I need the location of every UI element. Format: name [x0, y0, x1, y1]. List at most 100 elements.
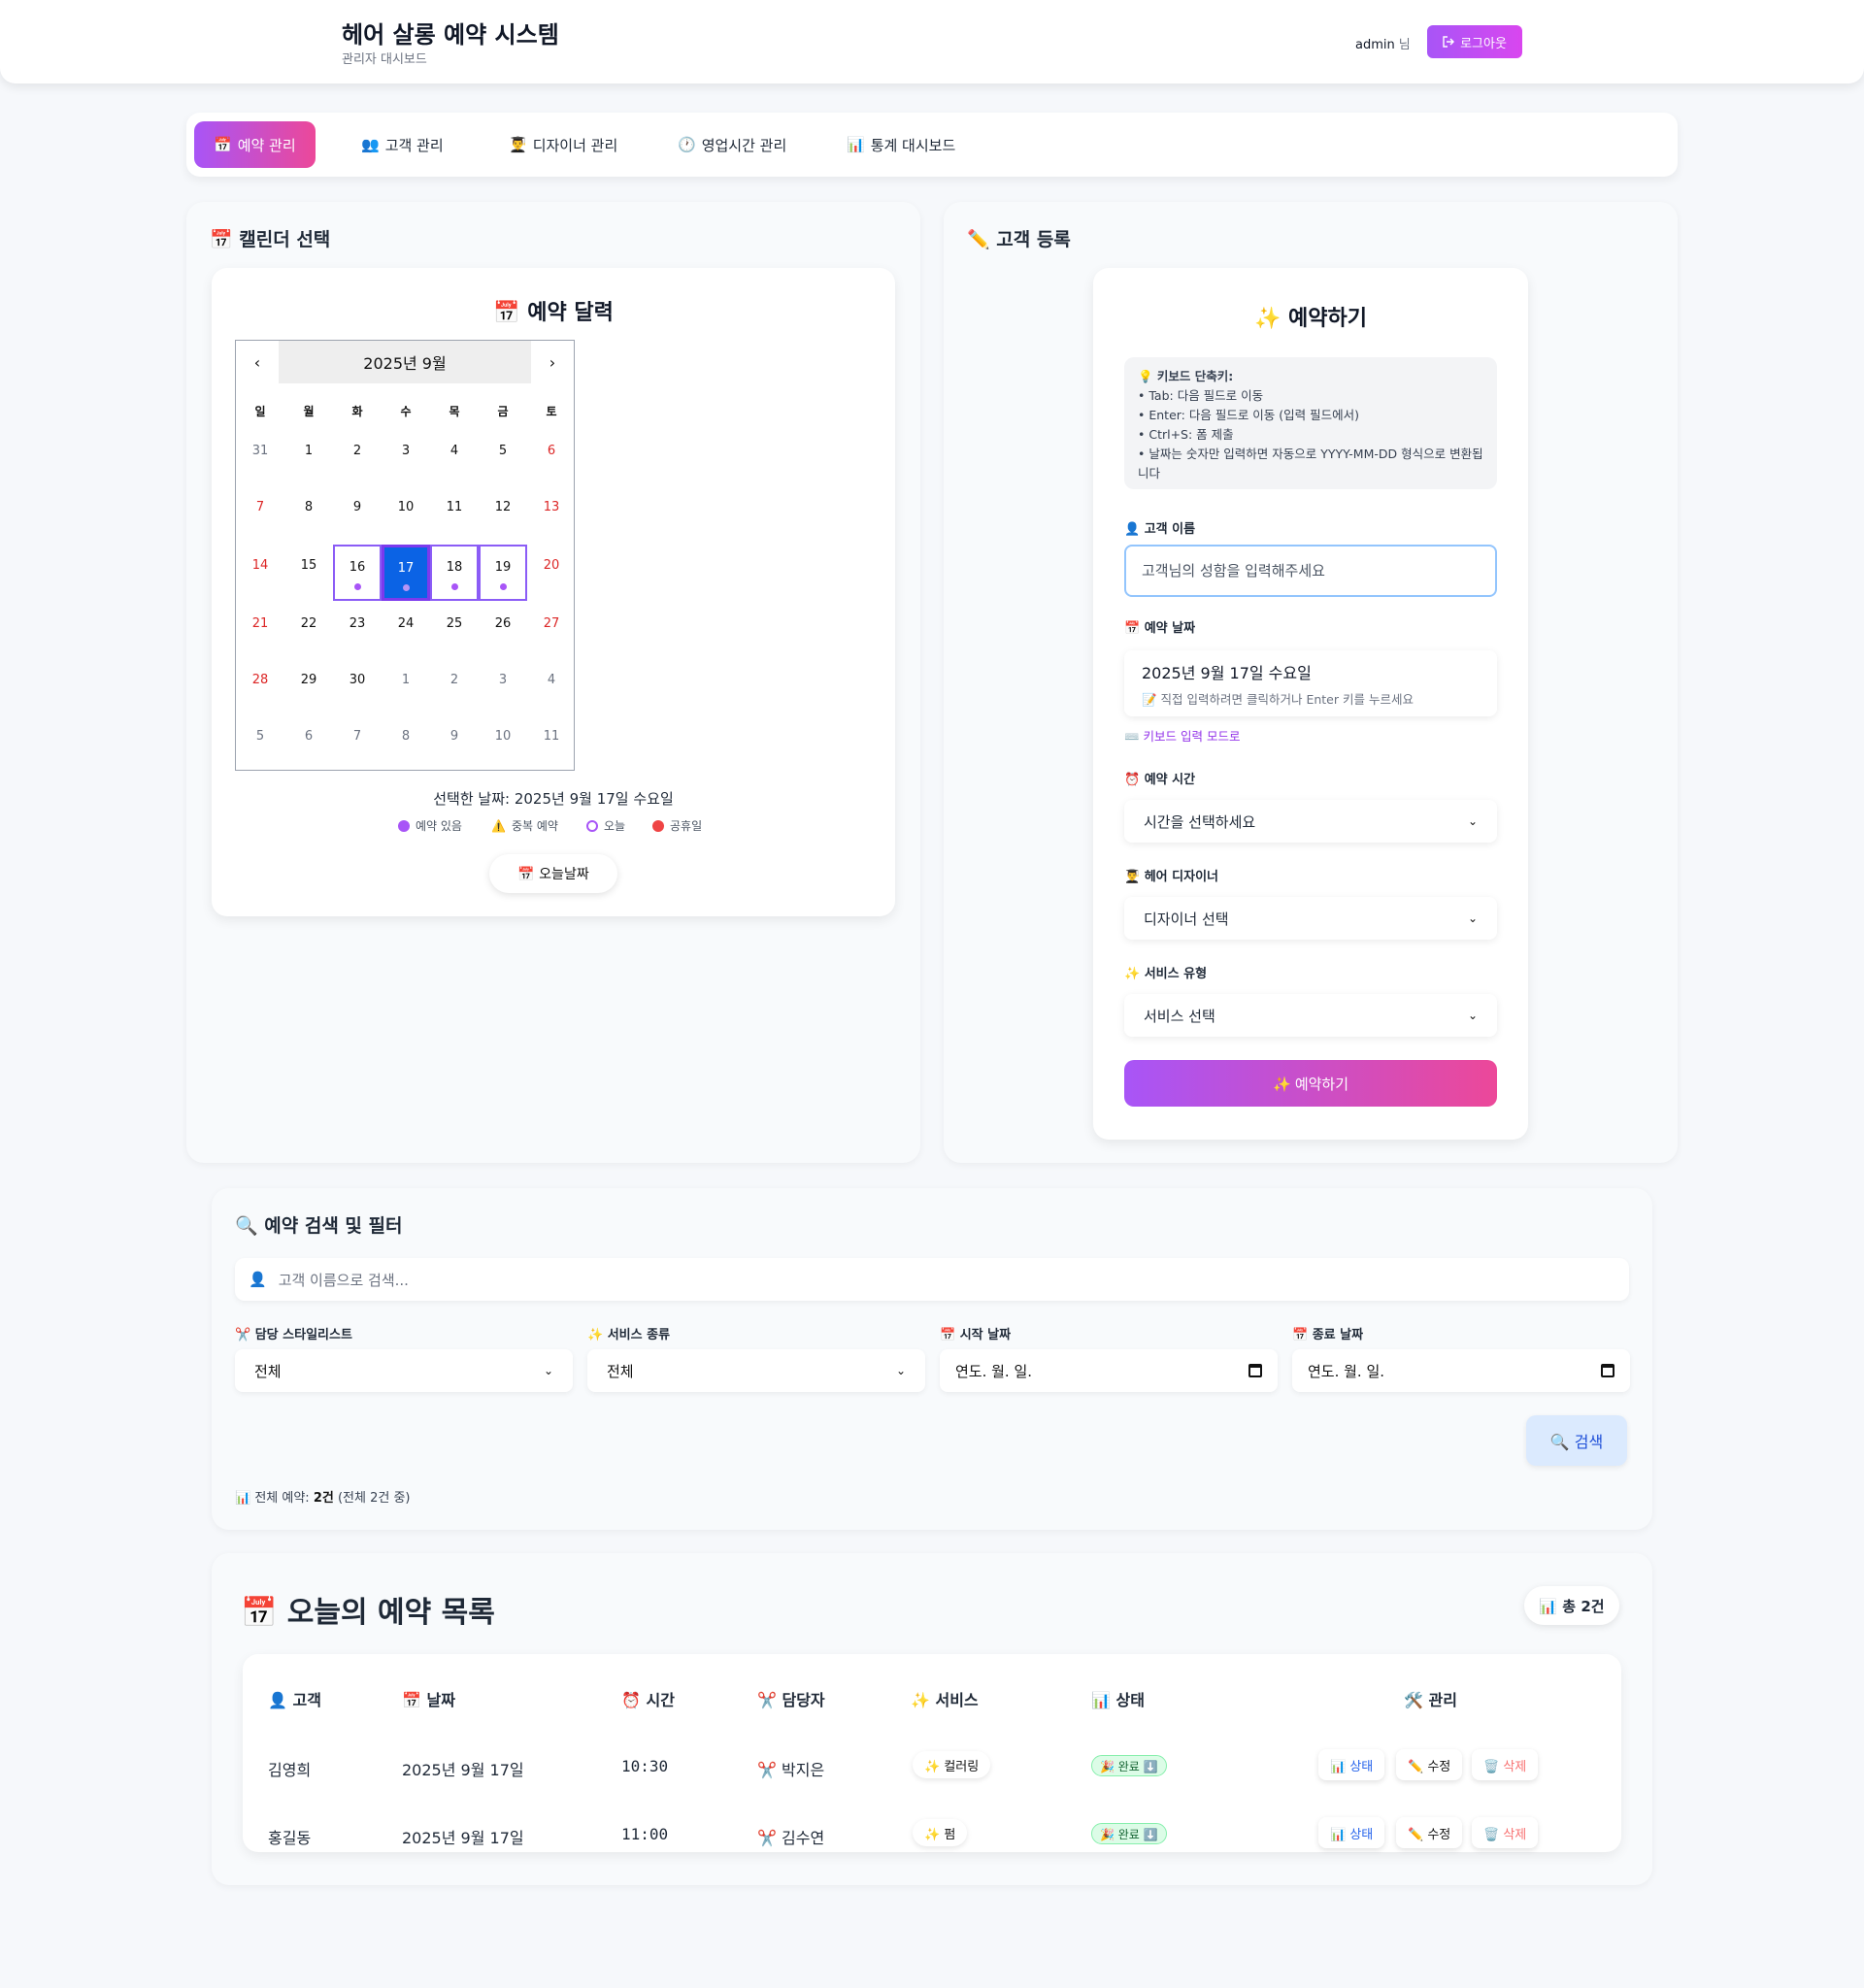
day-number: 30 [349, 673, 366, 687]
end-date-input[interactable]: 연도. 월. 일. [1292, 1349, 1630, 1392]
booking-dot-icon [402, 584, 410, 591]
logout-button[interactable]: 로그아웃 [1427, 25, 1522, 58]
calendar-day[interactable]: 30 [333, 659, 382, 715]
tab-label: 디자이너 관리 [532, 136, 618, 154]
calendar-day[interactable]: 26 [479, 603, 527, 659]
change-status-button[interactable]: 📊 상태 [1318, 1749, 1385, 1780]
registration-panel: ✏️ 고객 등록 ✨ 예약하기 💡 키보드 단축키: • Tab: 다음 필드로… [944, 202, 1678, 1163]
calendar-day[interactable]: 3 [479, 659, 527, 715]
calendar-day[interactable]: 12 [479, 486, 527, 543]
column-header-actions: 🛠️ 관리 [1404, 1691, 1457, 1709]
calendar-day[interactable]: 13 [527, 486, 576, 543]
calendar-day[interactable]: 7 [236, 486, 284, 543]
next-month-button[interactable]: › [531, 341, 574, 383]
prev-month-button[interactable]: ‹ [236, 341, 279, 383]
calendar-day[interactable]: 17 [382, 545, 430, 601]
keyboard-mode-link[interactable]: ⌨️ 키보드 입력 모드로 [1124, 726, 1241, 745]
calendar-day[interactable]: 6 [527, 430, 576, 486]
customer-name-input[interactable] [1124, 545, 1497, 597]
reserve-submit-button[interactable]: ✨ 예약하기 [1124, 1060, 1497, 1107]
tab-designers[interactable]: 👨‍🎓 디자이너 관리 [489, 121, 637, 168]
calendar-day[interactable]: 20 [527, 545, 576, 601]
calendar-card: 📅 예약 달력 ‹ 2025년 9월 › 일 월 화 수 목 금 토 31 1 2 3 4 5 6 7 8 9 1… [212, 268, 895, 916]
status-badge[interactable]: 🎉 완료 ⬇️ [1091, 1823, 1167, 1844]
calendar-day[interactable]: 28 [236, 659, 284, 715]
calendar-day[interactable]: 15 [284, 545, 333, 601]
calendar-day[interactable]: 22 [284, 603, 333, 659]
edit-button[interactable]: ✏️ 수정 [1396, 1817, 1463, 1848]
start-date-input[interactable]: 연도. 월. 일. [940, 1349, 1278, 1392]
date-display[interactable]: 2025년 9월 17일 수요일 📝 직접 입력하려면 클릭하거나 Enter … [1124, 650, 1497, 716]
tab-business-hours[interactable]: 🕐 영업시간 관리 [658, 121, 806, 168]
calendar-day[interactable]: 8 [284, 486, 333, 543]
day-number: 11 [543, 729, 560, 744]
chevron-down-icon: ⌄ [1467, 814, 1478, 828]
calendar-panel: 📅 캘린더 선택 📅 예약 달력 ‹ 2025년 9월 › 일 월 화 수 목 금 토 31 1… [186, 202, 920, 1163]
calendar-day[interactable]: 10 [479, 715, 527, 772]
service-filter-select[interactable]: 전체 ⌄ [587, 1349, 925, 1392]
designer-select[interactable]: 디자이너 선택 ⌄ [1124, 897, 1497, 940]
search-button[interactable]: 🔍 검색 [1526, 1415, 1627, 1466]
calendar-day[interactable]: 31 [236, 430, 284, 486]
calendar-day[interactable]: 18 [430, 545, 479, 601]
day-number: 4 [547, 673, 556, 687]
stylist-filter-select[interactable]: 전체 ⌄ [235, 1349, 573, 1392]
day-number: 4 [449, 444, 459, 458]
summary-suffix: (전체 2건 중) [333, 1491, 411, 1506]
calendar-day[interactable]: 1 [382, 659, 430, 715]
calendar-day[interactable]: 27 [527, 603, 576, 659]
delete-button[interactable]: 🗑️ 삭제 [1472, 1817, 1539, 1848]
day-number: 9 [352, 500, 362, 514]
calendar-day[interactable]: 6 [284, 715, 333, 772]
hint-title: 💡 키보드 단축키: [1138, 369, 1234, 383]
day-number: 18 [446, 560, 463, 575]
day-number: 15 [300, 558, 317, 573]
calendar-day[interactable]: 11 [430, 486, 479, 543]
app-subtitle: 관리자 대시보드 [342, 52, 427, 67]
calendar-day[interactable]: 5 [236, 715, 284, 772]
time-select[interactable]: 시간을 선택하세요 ⌄ [1124, 800, 1497, 843]
calendar-day[interactable]: 25 [430, 603, 479, 659]
calendar-day[interactable]: 2 [333, 430, 382, 486]
calendar-day[interactable]: 9 [333, 486, 382, 543]
calendar-picker-icon[interactable] [1248, 1364, 1262, 1377]
tab-reservations[interactable]: 📅 예약 관리 [194, 121, 316, 168]
calendar-day[interactable]: 11 [527, 715, 576, 772]
day-number: 16 [349, 560, 366, 575]
service-chip: ✨ 펌 [913, 1819, 968, 1846]
change-status-button[interactable]: 📊 상태 [1318, 1817, 1385, 1848]
calendar-day[interactable]: 10 [382, 486, 430, 543]
calendar-day[interactable]: 23 [333, 603, 382, 659]
calendar-day[interactable]: 14 [236, 545, 284, 601]
edit-button[interactable]: ✏️ 수정 [1396, 1749, 1463, 1780]
tab-label: 예약 관리 [237, 136, 296, 154]
calendar-day[interactable]: 9 [430, 715, 479, 772]
calendar-day[interactable]: 16 [333, 545, 382, 601]
main-nav: 📅 예약 관리 👥 고객 관리 👨‍🎓 디자이너 관리 🕐 영업시간 관리 📊 통계 대시… [186, 113, 1678, 177]
tab-statistics[interactable]: 📊 통계 대시보드 [827, 121, 975, 168]
calendar-day[interactable]: 24 [382, 603, 430, 659]
booking-dot-icon [353, 583, 361, 590]
customer-search-input[interactable]: 👤 고객 이름으로 검색... [235, 1258, 1629, 1301]
calendar-day[interactable]: 1 [284, 430, 333, 486]
booking-dot-icon [450, 583, 458, 590]
calendar-picker-icon[interactable] [1601, 1364, 1614, 1377]
calendar-day[interactable]: 2 [430, 659, 479, 715]
calendar-day[interactable]: 8 [382, 715, 430, 772]
delete-button[interactable]: 🗑️ 삭제 [1472, 1749, 1539, 1780]
username: admin [1355, 38, 1395, 52]
calendar-day[interactable]: 4 [430, 430, 479, 486]
calendar-day[interactable]: 5 [479, 430, 527, 486]
calendar-day[interactable]: 29 [284, 659, 333, 715]
status-badge[interactable]: 🎉 완료 ⬇️ [1091, 1755, 1167, 1776]
stylist-filter-label: ✂️ 담당 스타일리스트 [235, 1328, 352, 1342]
today-button[interactable]: 📅 오늘날짜 [489, 854, 617, 893]
calendar-day[interactable]: 7 [333, 715, 382, 772]
calendar-day[interactable]: 4 [527, 659, 576, 715]
calendar-day[interactable]: 19 [479, 545, 527, 601]
calendar-day[interactable]: 21 [236, 603, 284, 659]
tab-customers[interactable]: 👥 고객 관리 [342, 121, 463, 168]
calendar-day[interactable]: 3 [382, 430, 430, 486]
day-number: 19 [494, 560, 512, 575]
service-select[interactable]: 서비스 선택 ⌄ [1124, 994, 1497, 1037]
